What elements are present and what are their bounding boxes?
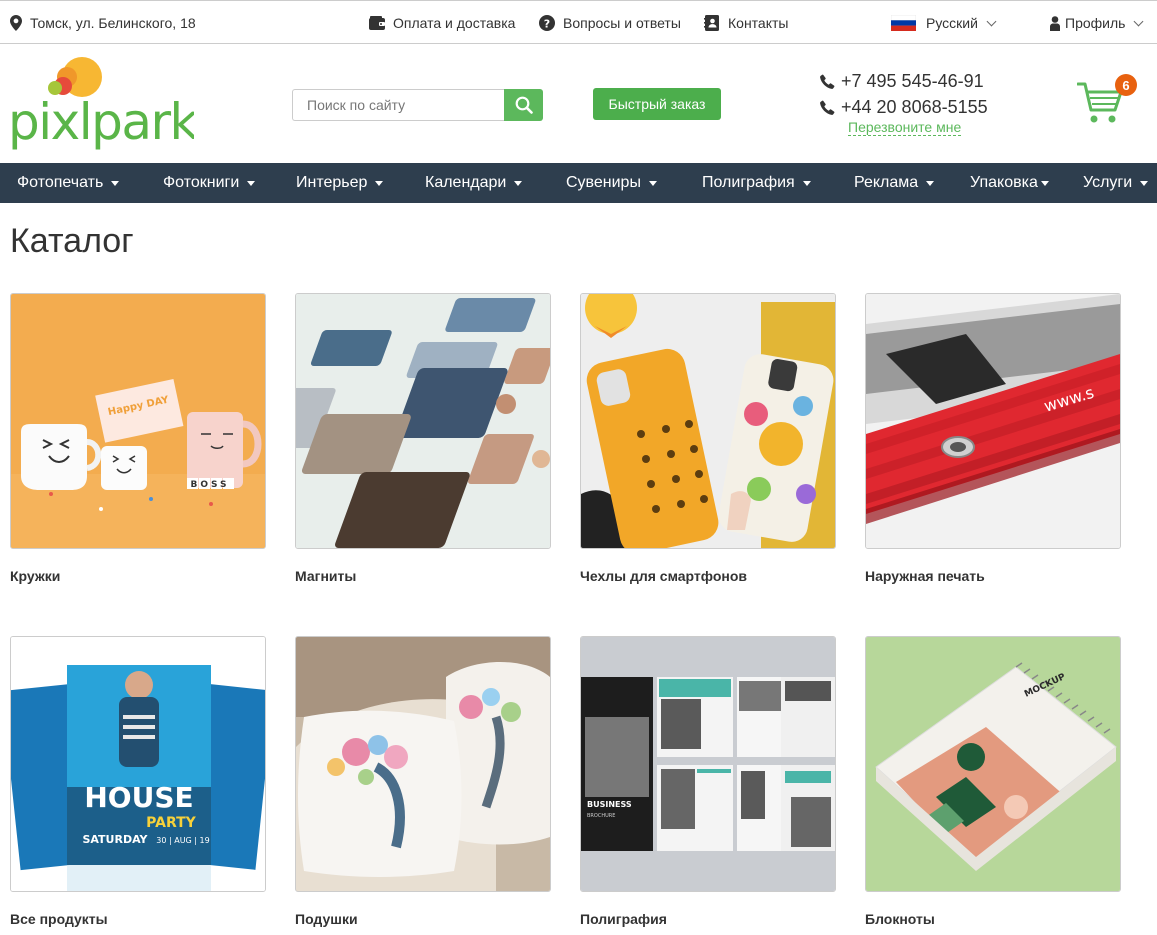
quick-order-button[interactable]: Быстрый заказ bbox=[593, 88, 721, 120]
caret-down-icon bbox=[247, 180, 256, 186]
nav-item-packaging[interactable]: Упаковка bbox=[970, 163, 1049, 203]
nav-item-interior[interactable]: Интерьер bbox=[296, 163, 384, 203]
cart-button[interactable]: 6 bbox=[1075, 72, 1143, 128]
catalog-card-phone-cases[interactable]: Чехлы для смартфонов bbox=[580, 293, 836, 584]
cart-count-badge: 6 bbox=[1115, 74, 1137, 96]
notebooks-image: MOCKUP bbox=[865, 636, 1121, 892]
caret-down-icon bbox=[802, 180, 811, 186]
top-bar: Томск, ул. Белинского, 18 Оплата и доста… bbox=[0, 0, 1157, 44]
caret-down-icon bbox=[111, 180, 120, 186]
search-icon bbox=[515, 96, 533, 114]
nav-label: Полиграфия bbox=[702, 174, 795, 191]
nav-item-souvenirs[interactable]: Сувениры bbox=[566, 163, 657, 203]
search-bar bbox=[292, 89, 543, 121]
profile-label: Профиль bbox=[1065, 15, 1126, 31]
payment-link[interactable]: Оплата и доставка bbox=[369, 1, 515, 45]
page-title: Каталог bbox=[10, 222, 134, 260]
catalog-card-pillows[interactable]: Подушки bbox=[295, 636, 551, 927]
svg-text:pixlpark: pixlpark bbox=[8, 93, 194, 151]
svg-text:BUSINESS: BUSINESS bbox=[587, 800, 632, 809]
address-text: Томск, ул. Белинского, 18 bbox=[30, 15, 196, 31]
printing-image: BUSINESS BROCHURE bbox=[580, 636, 836, 892]
language-selector[interactable]: Русский bbox=[891, 1, 997, 45]
card-label: Подушки bbox=[295, 911, 358, 927]
nav-item-printing[interactable]: Полиграфия bbox=[702, 163, 811, 203]
card-label: Блокноты bbox=[865, 911, 935, 927]
chevron-down-icon bbox=[1133, 16, 1144, 26]
search-button[interactable] bbox=[504, 89, 543, 121]
svg-text:SATURDAY: SATURDAY bbox=[82, 833, 148, 846]
card-label: Кружки bbox=[10, 568, 61, 584]
caret-down-icon bbox=[648, 180, 657, 186]
card-label: Наружная печать bbox=[865, 568, 985, 584]
caret-down-icon bbox=[926, 180, 935, 186]
phone-icon bbox=[820, 100, 835, 115]
nav-label: Фотопечать bbox=[17, 174, 104, 191]
nav-item-photoprint[interactable]: Фотопечать bbox=[17, 163, 120, 203]
phone-number-2: +44 20 8068-5155 bbox=[841, 96, 988, 117]
address-book-icon bbox=[704, 15, 720, 31]
nav-label: Фотокниги bbox=[163, 174, 240, 191]
phone-cases-image bbox=[580, 293, 836, 549]
wallet-icon bbox=[369, 16, 385, 30]
pixlpark-logo[interactable]: pixlpark bbox=[8, 55, 200, 155]
catalog-card-all-products[interactable]: HOUSE PARTY SATURDAY 30 | AUG | 19 Все п… bbox=[10, 636, 266, 927]
caret-down-icon bbox=[375, 180, 384, 186]
nav-item-calendars[interactable]: Календари bbox=[425, 163, 523, 203]
nav-label: Упаковка bbox=[970, 174, 1038, 191]
nav-label: Сувениры bbox=[566, 174, 641, 191]
language-label: Русский bbox=[926, 15, 978, 31]
svg-text:BOSS: BOSS bbox=[190, 480, 229, 490]
search-input[interactable] bbox=[292, 89, 504, 121]
contacts-label: Контакты bbox=[728, 15, 789, 31]
faq-label: Вопросы и ответы bbox=[563, 15, 681, 31]
user-icon bbox=[1050, 15, 1060, 31]
caret-down-icon bbox=[1040, 180, 1049, 186]
phone-block: +7 495 545-46-91 +44 20 8068-5155 bbox=[820, 68, 988, 120]
phone-line-2[interactable]: +44 20 8068-5155 bbox=[820, 94, 988, 120]
caret-down-icon bbox=[514, 180, 523, 186]
phone-line-1[interactable]: +7 495 545-46-91 bbox=[820, 68, 988, 94]
phone-icon bbox=[820, 74, 835, 89]
nav-item-photobooks[interactable]: Фотокниги bbox=[163, 163, 256, 203]
svg-text:30 | AUG | 19: 30 | AUG | 19 bbox=[156, 836, 209, 845]
caret-down-icon bbox=[1140, 180, 1149, 186]
question-circle-icon: ? bbox=[539, 15, 555, 31]
svg-text:BROCHURE: BROCHURE bbox=[587, 813, 615, 819]
svg-text:HOUSE: HOUSE bbox=[84, 781, 193, 814]
map-pin-icon bbox=[10, 15, 22, 31]
all-products-image: HOUSE PARTY SATURDAY 30 | AUG | 19 bbox=[10, 636, 266, 892]
nav-item-services[interactable]: Услуги bbox=[1083, 163, 1149, 203]
nav-item-advertising[interactable]: Реклама bbox=[854, 163, 935, 203]
svg-text:?: ? bbox=[544, 17, 550, 30]
card-label: Чехлы для смартфонов bbox=[580, 568, 748, 584]
catalog-card-magnets[interactable]: Магниты bbox=[295, 293, 551, 584]
card-label: Магниты bbox=[295, 568, 357, 584]
address: Томск, ул. Белинского, 18 bbox=[10, 1, 196, 45]
catalog-card-printing[interactable]: BUSINESS BROCHURE Полиграфия bbox=[580, 636, 836, 927]
contacts-link[interactable]: Контакты bbox=[704, 1, 788, 45]
card-label: Все продукты bbox=[10, 911, 108, 927]
phone-number-1: +7 495 545-46-91 bbox=[841, 70, 984, 91]
payment-label: Оплата и доставка bbox=[393, 15, 516, 31]
nav-label: Календари bbox=[425, 174, 507, 191]
chevron-down-icon bbox=[986, 16, 997, 26]
mugs-image: Happy DAY BOSS bbox=[10, 293, 266, 549]
nav-label: Услуги bbox=[1083, 174, 1133, 191]
faq-link[interactable]: ? Вопросы и ответы bbox=[539, 1, 681, 45]
profile-menu[interactable]: Профиль bbox=[1050, 1, 1144, 45]
catalog-card-mugs[interactable]: Happy DAY BOSS Кружки bbox=[10, 293, 266, 584]
magnets-image bbox=[295, 293, 551, 549]
callback-link[interactable]: Перезвоните мне bbox=[848, 119, 962, 136]
card-label: Полиграфия bbox=[580, 911, 667, 927]
catalog-card-notebooks[interactable]: MOCKUP Блокноты bbox=[865, 636, 1121, 927]
nav-label: Интерьер bbox=[296, 174, 368, 191]
main-nav: Фотопечать Фотокниги Интерьер Календари … bbox=[0, 163, 1157, 203]
svg-text:PARTY: PARTY bbox=[146, 815, 197, 831]
outdoor-printing-image: www.s bbox=[865, 293, 1121, 549]
russia-flag-icon bbox=[891, 15, 916, 31]
catalog-card-outdoor-printing[interactable]: www.s Наружная печать bbox=[865, 293, 1121, 584]
pillows-image bbox=[295, 636, 551, 892]
nav-label: Реклама bbox=[854, 174, 919, 191]
